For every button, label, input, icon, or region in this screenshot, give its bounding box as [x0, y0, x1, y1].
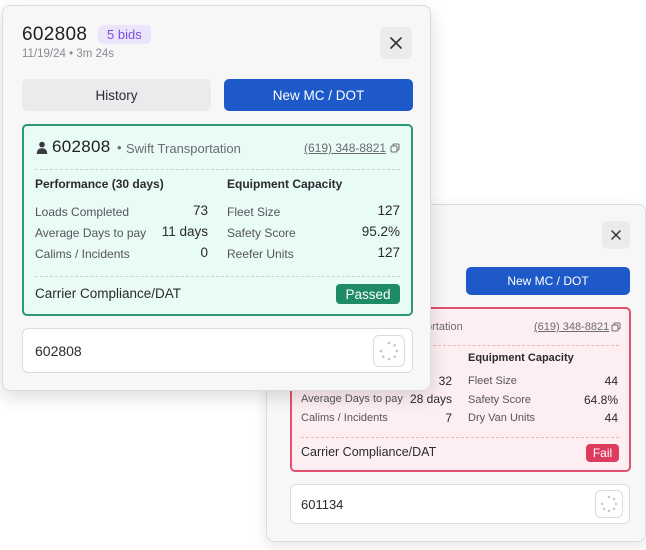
- mc-dot-input[interactable]: 602808: [22, 328, 413, 373]
- divider: [428, 345, 619, 346]
- status-badge: Passed: [336, 284, 400, 304]
- fleet-size-value: 44: [604, 374, 618, 388]
- separator: •: [117, 140, 122, 155]
- carrier-id: 602808: [52, 137, 111, 156]
- safety-score-label: Safety Score: [468, 394, 531, 406]
- avg-days-value: 28 days: [409, 392, 452, 406]
- carrier-panel-front: 602808 5 bids 11/19/24 • 3m 24s History …: [2, 5, 431, 391]
- fleet-size-label: Fleet Size: [468, 375, 517, 387]
- incidents-label: Calims / Incidents: [35, 247, 130, 261]
- carrier-phone-link[interactable]: (619) 348-8821: [534, 321, 609, 333]
- mc-dot-input-value: 602808: [35, 343, 82, 359]
- carrier-name: ortation: [426, 321, 463, 333]
- load-timestamp: 11/19/24 • 3m 24s: [22, 48, 115, 60]
- history-button[interactable]: History: [22, 79, 211, 111]
- divider: [301, 437, 619, 438]
- equipment-title: Equipment Capacity: [227, 177, 343, 191]
- avg-days-label: Average Days to pay: [35, 226, 147, 240]
- loads-completed-value: 73: [192, 203, 208, 218]
- compliance-label: Carrier Compliance/DAT: [301, 445, 437, 459]
- performance-title: Performance (30 days): [35, 177, 164, 191]
- reefer-units-label: Reefer Units: [227, 247, 294, 261]
- mc-dot-input-value: 601134: [301, 497, 344, 512]
- load-id-title: 602808: [22, 24, 88, 45]
- divider: [35, 276, 400, 277]
- loads-completed-label: Loads Completed: [35, 205, 130, 219]
- safety-score-value: 64.8%: [583, 393, 618, 407]
- copy-icon[interactable]: [390, 143, 400, 153]
- bids-badge: 5 bids: [98, 25, 151, 44]
- compliance-label: Carrier Compliance/DAT: [35, 286, 182, 301]
- close-button[interactable]: [602, 221, 630, 249]
- carrier-phone-link[interactable]: (619) 348-8821: [304, 141, 386, 155]
- loading-spinner-box: [595, 490, 623, 518]
- fleet-size-label: Fleet Size: [227, 205, 281, 219]
- loading-spinner-icon: [600, 495, 618, 513]
- incidents-value: 0: [200, 245, 208, 260]
- carrier-name: Swift Transportation: [126, 141, 241, 156]
- close-button[interactable]: [380, 27, 412, 59]
- mc-dot-input[interactable]: 601134: [290, 484, 630, 524]
- carrier-card: 602808 • Swift Transportation (619) 348-…: [22, 124, 413, 316]
- copy-icon[interactable]: [611, 322, 621, 332]
- incidents-value: 7: [445, 411, 452, 425]
- divider: [35, 169, 400, 170]
- equipment-title: Equipment Capacity: [468, 352, 574, 364]
- new-mc-dot-button[interactable]: New MC / DOT: [224, 79, 413, 111]
- close-icon: [390, 37, 402, 49]
- new-mc-dot-button[interactable]: New MC / DOT: [466, 267, 630, 295]
- safety-score-label: Safety Score: [227, 226, 296, 240]
- safety-score-value: 95.2%: [361, 224, 400, 239]
- dry-van-label: Dry Van Units: [468, 412, 536, 424]
- close-icon: [611, 230, 621, 240]
- avg-days-value: 11 days: [161, 224, 208, 239]
- reefer-units-value: 127: [377, 245, 400, 260]
- status-badge: Fail: [586, 444, 619, 462]
- person-icon: [36, 141, 48, 154]
- loading-spinner-box: [373, 335, 405, 367]
- incidents-label: Calims / Incidents: [301, 412, 388, 424]
- dry-van-value: 44: [604, 411, 618, 425]
- fleet-size-value: 127: [377, 203, 400, 218]
- loading-spinner-icon: [379, 341, 399, 361]
- avg-days-label: Average Days to pay: [301, 393, 403, 405]
